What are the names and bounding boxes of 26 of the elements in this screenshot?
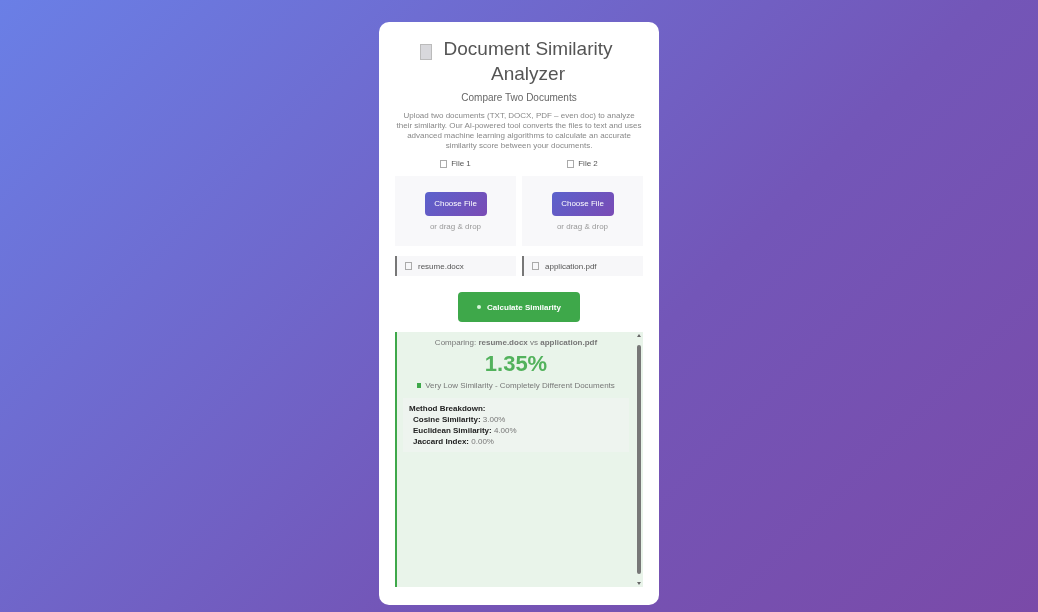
file-icon — [567, 159, 575, 168]
file-icon — [532, 262, 539, 270]
method-row-text: Euclidean Similarity: 4.00% — [412, 426, 518, 435]
status-icon — [417, 383, 422, 388]
file-label: File 1 — [451, 159, 471, 168]
similarity-score: 1.35% — [484, 351, 548, 377]
description: Upload two documents (TXT, DOCX, PDF – even doc) to analyze their similarity. Our AI-powered tool converts the files to text and uses advanced machine learning algorithms to calculate an accurate similarity score between your documents. — [395, 111, 643, 151]
verdict-text: Very Low Similarity - Completely Different Documents — [425, 381, 615, 390]
file-name: resume.docx — [418, 261, 464, 271]
method-row-text: Cosine Similarity: 3.00% — [412, 415, 507, 424]
method-row-text: Jaccard Index: 0.00% — [412, 437, 495, 446]
page-title: Document Similarity Analyzer — [442, 37, 614, 86]
drop-hint: or drag & drop — [429, 221, 482, 231]
choose-file-button[interactable]: Choose File — [424, 191, 487, 216]
breakdown-title: Method Breakdown: — [409, 404, 487, 413]
file-name: application.pdf — [545, 261, 597, 271]
file-icon — [440, 159, 448, 168]
drop-hint: or drag & drop — [556, 221, 609, 231]
comparison-text: Comparing: resume.docx vs application.pdf — [434, 338, 598, 347]
subtitle: Compare Two Documents — [460, 92, 578, 103]
choose-file-button[interactable]: Choose File — [551, 191, 614, 216]
file-label: File 2 — [578, 159, 598, 168]
document-icon — [420, 44, 432, 60]
file-icon — [405, 262, 412, 270]
calculate-button[interactable]: Calculate Similarity — [458, 292, 580, 322]
sparkle-icon — [477, 305, 482, 309]
